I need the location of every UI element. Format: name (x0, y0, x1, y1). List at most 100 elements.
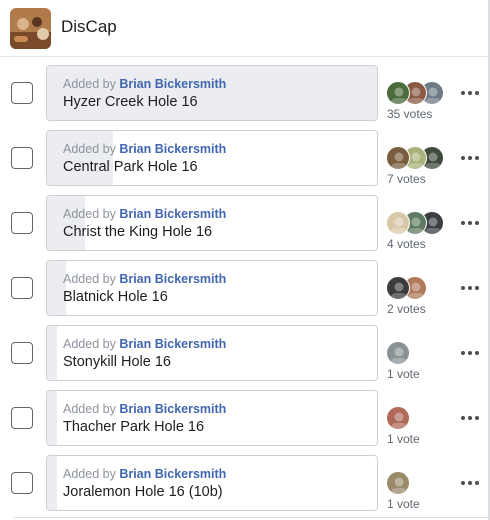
more-dot (475, 416, 479, 420)
added-by-line: Added by Brian Bickersmith (63, 402, 226, 416)
vote-count[interactable]: 2 votes (387, 302, 426, 316)
added-by-label: Added by (63, 467, 116, 481)
poll-option: Added by Brian Bickersmith Central Park H… (0, 130, 490, 188)
poll-option: Added by Brian Bickersmith Joralemon Hole… (0, 455, 490, 513)
poll-option: Added by Brian Bickersmith Stonykill Hole… (0, 325, 490, 383)
author-link[interactable]: Brian Bickersmith (119, 207, 226, 221)
vote-count[interactable]: 1 vote (387, 432, 420, 446)
poll-option: Added by Brian Bickersmith Thacher Park H… (0, 390, 490, 448)
added-by-label: Added by (63, 337, 116, 351)
option-button[interactable]: Added by Brian Bickersmith Joralemon Hole… (46, 455, 378, 511)
more-dot (461, 416, 465, 420)
vote-count[interactable]: 1 vote (387, 497, 420, 511)
more-dot (475, 156, 479, 160)
vote-count[interactable]: 35 votes (387, 107, 432, 121)
more-dot (475, 221, 479, 225)
option-title: Hyzer Creek Hole 16 (63, 94, 198, 110)
more-options-icon[interactable] (459, 473, 481, 491)
option-button[interactable]: Added by Brian Bickersmith Hyzer Creek Ho… (46, 65, 378, 121)
vote-count[interactable]: 7 votes (387, 172, 426, 186)
option-title: Christ the King Hole 16 (63, 224, 213, 240)
voter-avatar-icon[interactable] (386, 276, 410, 300)
poll-option: Added by Brian Bickersmith Blatnick Hole … (0, 260, 490, 318)
more-dot (475, 351, 479, 355)
more-dot (475, 286, 479, 290)
more-options-icon[interactable] (459, 408, 481, 426)
more-dot (461, 481, 465, 485)
vote-count[interactable]: 4 votes (387, 237, 426, 251)
author-link[interactable]: Brian Bickersmith (119, 337, 226, 351)
added-by-label: Added by (63, 272, 116, 286)
option-title: Joralemon Hole 16 (10b) (63, 484, 223, 500)
option-title: Blatnick Hole 16 (63, 289, 168, 305)
more-options-icon[interactable] (459, 148, 481, 166)
group-photo-icon[interactable] (10, 8, 51, 49)
more-options-icon[interactable] (459, 343, 481, 361)
added-by-line: Added by Brian Bickersmith (63, 337, 226, 351)
voter-avatar-icon[interactable] (386, 406, 410, 430)
voter-avatar-icon[interactable] (386, 341, 410, 365)
vote-checkbox[interactable] (11, 82, 33, 104)
more-dot (475, 91, 479, 95)
added-by-line: Added by Brian Bickersmith (63, 467, 226, 481)
added-by-label: Added by (63, 207, 116, 221)
vote-share-bar (47, 456, 57, 510)
more-dot (468, 416, 472, 420)
vote-share-bar (47, 196, 85, 250)
vote-share-bar (47, 326, 57, 380)
vote-share-bar (47, 391, 57, 445)
option-title: Central Park Hole 16 (63, 159, 198, 175)
more-dot (461, 351, 465, 355)
more-dot (461, 221, 465, 225)
more-dot (475, 481, 479, 485)
author-link[interactable]: Brian Bickersmith (119, 402, 226, 416)
panel-divider (14, 517, 490, 518)
added-by-line: Added by Brian Bickersmith (63, 77, 226, 91)
author-link[interactable]: Brian Bickersmith (119, 272, 226, 286)
author-link[interactable]: Brian Bickersmith (119, 467, 226, 481)
poll-option: Added by Brian Bickersmith Hyzer Creek Ho… (0, 65, 490, 123)
group-name[interactable]: DisCap (61, 17, 117, 37)
author-link[interactable]: Brian Bickersmith (119, 77, 226, 91)
poll-header: DisCap (0, 0, 490, 57)
option-button[interactable]: Added by Brian Bickersmith Central Park H… (46, 130, 378, 186)
author-link[interactable]: Brian Bickersmith (119, 142, 226, 156)
added-by-line: Added by Brian Bickersmith (63, 142, 226, 156)
vote-share-bar (47, 131, 113, 185)
voter-avatar-icon[interactable] (386, 146, 410, 170)
more-dot (461, 156, 465, 160)
added-by-line: Added by Brian Bickersmith (63, 272, 226, 286)
more-dot (461, 286, 465, 290)
more-dot (461, 91, 465, 95)
more-options-icon[interactable] (459, 83, 481, 101)
more-dot (468, 91, 472, 95)
added-by-line: Added by Brian Bickersmith (63, 207, 226, 221)
option-title: Stonykill Hole 16 (63, 354, 171, 370)
vote-checkbox[interactable] (11, 342, 33, 364)
option-button[interactable]: Added by Brian Bickersmith Stonykill Hole… (46, 325, 378, 381)
voter-avatar-icon[interactable] (386, 211, 410, 235)
option-button[interactable]: Added by Brian Bickersmith Blatnick Hole … (46, 260, 378, 316)
added-by-label: Added by (63, 142, 116, 156)
vote-checkbox[interactable] (11, 147, 33, 169)
voter-avatar-icon[interactable] (386, 81, 410, 105)
more-dot (468, 351, 472, 355)
voter-avatar-icon[interactable] (386, 471, 410, 495)
vote-checkbox[interactable] (11, 472, 33, 494)
more-dot (468, 156, 472, 160)
vote-checkbox[interactable] (11, 212, 33, 234)
more-dot (468, 481, 472, 485)
more-options-icon[interactable] (459, 213, 481, 231)
vote-checkbox[interactable] (11, 407, 33, 429)
more-dot (468, 221, 472, 225)
vote-share-bar (47, 66, 377, 120)
added-by-label: Added by (63, 77, 116, 91)
more-dot (468, 286, 472, 290)
option-button[interactable]: Added by Brian Bickersmith Thacher Park H… (46, 390, 378, 446)
option-button[interactable]: Added by Brian Bickersmith Christ the Kin… (46, 195, 378, 251)
vote-count[interactable]: 1 vote (387, 367, 420, 381)
vote-checkbox[interactable] (11, 277, 33, 299)
poll-option: Added by Brian Bickersmith Christ the Kin… (0, 195, 490, 253)
more-options-icon[interactable] (459, 278, 481, 296)
option-title: Thacher Park Hole 16 (63, 419, 205, 435)
